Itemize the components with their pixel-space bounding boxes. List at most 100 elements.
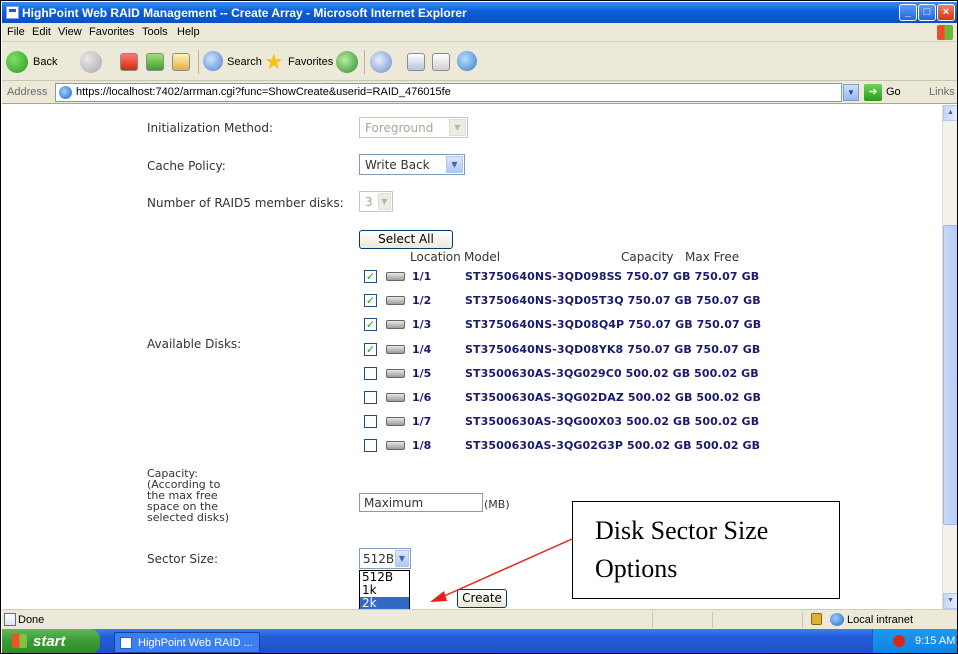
available-disks-label: Available Disks: — [147, 337, 242, 351]
scroll-down-arrow-icon[interactable]: ▼ — [943, 593, 957, 609]
back-arrow-icon — [6, 51, 28, 73]
select-all-button[interactable]: Select All — [359, 230, 453, 249]
links-button[interactable]: Links — [929, 86, 955, 98]
search-button[interactable]: Search — [203, 51, 262, 73]
scrollbar-thumb[interactable] — [943, 225, 957, 525]
vertical-scrollbar[interactable]: ▲ ▼ — [942, 105, 957, 609]
chevron-down-icon[interactable]: ▼ — [446, 156, 463, 173]
disk-info: ST3500630AS-3QG02G3P 500.02 GB 500.02 GB — [465, 439, 761, 452]
ie-page-icon — [59, 86, 72, 99]
cache-policy-value: Write Back — [365, 158, 430, 172]
capacity-label-line: selected disks) — [147, 511, 230, 524]
refresh-button[interactable] — [146, 51, 164, 73]
disk-checkbox[interactable] — [364, 415, 377, 428]
windows-logo-icon — [937, 25, 953, 40]
cache-policy-select[interactable]: Write Back ▼ — [359, 154, 465, 175]
hard-drive-icon — [386, 272, 405, 281]
taskbar: start HighPoint Web RAID ... 9:15 AM — [2, 629, 957, 653]
intranet-icon — [830, 613, 844, 626]
close-button[interactable]: × — [937, 4, 955, 21]
mail-button[interactable] — [370, 51, 392, 73]
chevron-down-icon[interactable]: ▼ — [395, 550, 409, 567]
disk-info: ST3750640NS-3QD098SS 750.07 GB 750.07 GB — [465, 270, 760, 283]
disk-checkbox[interactable] — [364, 367, 377, 380]
ie-window-icon — [120, 637, 132, 649]
hard-drive-icon — [386, 345, 405, 354]
history-button[interactable] — [336, 51, 358, 73]
disk-checkbox[interactable]: ✓ — [364, 343, 377, 356]
sector-size-select[interactable]: 512B ▼ — [359, 548, 411, 569]
column-max-free: Max Free — [685, 250, 740, 264]
member-disks-value: 3 — [365, 195, 373, 209]
column-model: Model — [464, 250, 501, 264]
annotation-line: Options — [595, 554, 678, 583]
edit-icon — [432, 53, 450, 71]
stop-icon — [120, 53, 138, 71]
capacity-value: Maximum — [364, 496, 424, 510]
page-icon — [4, 613, 16, 626]
sector-size-label: Sector Size: — [147, 552, 219, 566]
ie-window-icon — [6, 6, 19, 19]
disk-row: ✓ 1/1 ST3750640NS-3QD098SS 750.07 GB 750.0… — [364, 269, 764, 285]
back-button[interactable]: Back — [6, 51, 57, 73]
forward-button[interactable] — [80, 51, 102, 73]
disk-checkbox[interactable]: ✓ — [364, 318, 377, 331]
menu-file[interactable]: File — [7, 26, 25, 38]
disk-checkbox[interactable]: ✓ — [364, 294, 377, 307]
disk-checkbox[interactable] — [364, 391, 377, 404]
back-label: Back — [33, 56, 58, 68]
create-button[interactable]: Create — [457, 589, 507, 608]
column-capacity: Capacity — [621, 250, 674, 264]
disk-location: 1/3 — [412, 318, 432, 331]
disk-location: 1/6 — [412, 391, 432, 404]
start-button[interactable]: start — [2, 629, 100, 653]
forward-arrow-icon — [80, 51, 102, 73]
home-button[interactable] — [172, 51, 190, 73]
search-label: Search — [227, 56, 262, 68]
scroll-up-arrow-icon[interactable]: ▲ — [943, 105, 957, 121]
maximize-button[interactable]: □ — [918, 4, 936, 21]
status-text: Done — [18, 614, 45, 626]
init-method-label: Initialization Method: — [147, 121, 274, 135]
menu-view[interactable]: View — [58, 26, 82, 38]
disk-checkbox[interactable] — [364, 439, 377, 452]
search-icon — [203, 51, 223, 71]
sector-size-option-highlighted[interactable]: 2k — [360, 597, 409, 609]
member-disks-select: 3 ▼ — [359, 191, 393, 212]
address-bar: Address https://localhost:7402/arrman.cg… — [2, 81, 957, 104]
chevron-down-icon: ▼ — [449, 119, 466, 136]
edit-button[interactable] — [432, 51, 450, 73]
hard-drive-icon — [386, 369, 405, 378]
disk-checkbox[interactable]: ✓ — [364, 270, 377, 283]
address-label: Address — [7, 86, 48, 98]
go-button[interactable]: Go — [886, 86, 901, 98]
disk-location: 1/7 — [412, 415, 432, 428]
taskbar-item-ie[interactable]: HighPoint Web RAID ... — [114, 632, 260, 653]
page-content: Initialization Method: Foreground ▼ Cach… — [2, 105, 942, 609]
start-label: start — [33, 633, 66, 650]
go-arrow-icon[interactable]: ➜ — [864, 84, 882, 101]
disk-row: 1/6 ST3500630AS-3QG02DAZ 500.02 GB 500.02… — [364, 390, 764, 406]
address-dropdown-button[interactable]: ▼ — [843, 84, 859, 101]
print-icon — [407, 53, 425, 71]
stop-button[interactable] — [120, 51, 138, 73]
disk-row: ✓ 1/3 ST3750640NS-3QD08Q4P 750.07 GB 750.0… — [364, 317, 764, 333]
menu-favorites[interactable]: Favorites — [89, 26, 134, 38]
hard-drive-icon — [386, 320, 405, 329]
menu-tools[interactable]: Tools — [142, 26, 168, 38]
status-bar: Done Local intranet — [2, 609, 957, 629]
member-disks-label: Number of RAID5 member disks: — [147, 196, 344, 210]
annotation-arrowhead — [430, 591, 447, 602]
menu-edit[interactable]: Edit — [32, 26, 51, 38]
hard-drive-icon — [386, 393, 405, 402]
capacity-input[interactable]: Maximum — [359, 493, 483, 512]
security-shield-icon[interactable] — [893, 635, 905, 647]
minimize-button[interactable]: _ — [899, 4, 917, 21]
star-icon: ★ — [264, 49, 284, 74]
disk-row: 1/7 ST3500630AS-3QG00X03 500.02 GB 500.02… — [364, 414, 764, 430]
sector-size-dropdown: 512B 1k 2k 4k — [359, 570, 410, 609]
messenger-button[interactable] — [457, 51, 477, 73]
print-button[interactable] — [407, 51, 425, 73]
menu-help[interactable]: Help — [177, 26, 200, 38]
url-input[interactable]: https://localhost:7402/arrman.cgi?func=S… — [55, 83, 842, 102]
